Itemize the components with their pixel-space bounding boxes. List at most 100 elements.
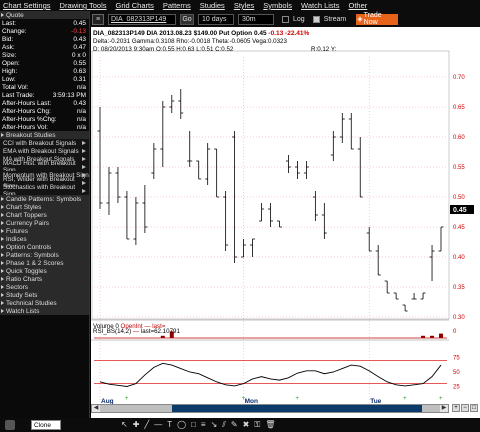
price-tick-label: 0.40 bbox=[453, 255, 465, 261]
menu-item-watch-lists[interactable]: Watch Lists bbox=[301, 1, 339, 10]
section-indices[interactable]: Indices bbox=[0, 235, 89, 243]
ohlc-bar bbox=[438, 226, 444, 252]
lock-icon[interactable]: ⚿ bbox=[254, 420, 260, 430]
clone-select[interactable]: Clone bbox=[31, 420, 61, 430]
section-ratio-charts[interactable]: Ratio Charts bbox=[0, 275, 89, 283]
menu-item-drawing-tools[interactable]: Drawing Tools bbox=[60, 1, 107, 10]
menu-item-studies[interactable]: Studies bbox=[200, 1, 225, 10]
section-technical-studies[interactable]: Technical Studies bbox=[0, 299, 89, 307]
chart-panel[interactable]: DIA_082313P149 DIA 2013.08.23 $149.00 Pu… bbox=[91, 27, 480, 432]
ohlc-bar bbox=[411, 293, 417, 300]
scroll-left-arrow[interactable]: ◀ bbox=[92, 405, 100, 412]
section-sectors[interactable]: Sectors bbox=[0, 283, 89, 291]
rect-icon[interactable]: □ bbox=[191, 420, 196, 430]
zoom-in-icon[interactable]: + bbox=[452, 404, 460, 412]
volume-bar bbox=[439, 333, 443, 338]
sidebar: Quote Last: 0.45 Change: -0.13 Bid: 0.43 Ask: 0… bbox=[0, 11, 90, 432]
menu-item-symbols[interactable]: Symbols bbox=[263, 1, 292, 10]
section-currency-pairs[interactable]: Currency Pairs bbox=[0, 219, 89, 227]
trash-icon[interactable]: 🗑 bbox=[265, 420, 275, 430]
trade-now-button[interactable]: ◈ Trade Now bbox=[356, 12, 399, 26]
quote-label: Size: bbox=[2, 51, 17, 59]
zoom-out-icon[interactable]: − bbox=[461, 404, 469, 412]
price-tick-label: 0.35 bbox=[453, 285, 465, 291]
section-option-controls[interactable]: Option Controls bbox=[0, 243, 89, 251]
menu-item-grid-charts[interactable]: Grid Charts bbox=[116, 1, 154, 10]
quote-row: Last: 0.45 bbox=[0, 19, 89, 27]
stream-checkbox[interactable] bbox=[312, 15, 320, 23]
quote-value: 0.31 bbox=[73, 75, 86, 83]
ohlc-bar bbox=[160, 101, 166, 167]
buy-signal-icon: + bbox=[439, 396, 443, 402]
quote-value: -0.13 bbox=[71, 27, 86, 35]
menu-item-patterns[interactable]: Patterns bbox=[163, 1, 191, 10]
ohlc-bar bbox=[169, 95, 175, 113]
ohlc-bar bbox=[339, 113, 345, 143]
stream-label: Stream bbox=[323, 15, 347, 23]
chart-menu-icon[interactable]: ≡ bbox=[92, 13, 104, 25]
settings-icon[interactable] bbox=[5, 420, 15, 430]
breakout-study-item[interactable]: Stochastics with Breakout Sign bbox=[0, 184, 89, 198]
range-select[interactable]: 10 days bbox=[198, 13, 234, 25]
quote-value: n/a bbox=[76, 107, 86, 115]
line-icon[interactable]: ╱ bbox=[144, 420, 149, 430]
quote-row: Bid: 0.43 bbox=[0, 35, 89, 43]
scroll-thumb[interactable] bbox=[172, 405, 422, 412]
trade-now-label: Trade Now bbox=[363, 12, 382, 26]
ohlc-bar bbox=[214, 148, 220, 198]
chart-scrollbar[interactable]: ◀ ▶ bbox=[91, 404, 449, 413]
breakout-study-item[interactable]: MACD Hist. with Breakout Sign bbox=[0, 160, 89, 174]
section-patterns-symbols[interactable]: Patterns: Symbols bbox=[0, 251, 89, 259]
quote-row: Open: 0.55 bbox=[0, 59, 89, 67]
erase-icon[interactable]: ✖ bbox=[243, 420, 250, 430]
scroll-right-arrow[interactable]: ▶ bbox=[440, 405, 448, 412]
ohlc-bar bbox=[268, 203, 273, 227]
section-chart-toppers[interactable]: Chart Toppers bbox=[0, 211, 89, 219]
quote-row: Change: -0.13 bbox=[0, 27, 89, 35]
quote-label: After-Hours %Chg: bbox=[2, 115, 57, 123]
quote-value: n/a bbox=[76, 115, 86, 123]
interval-select[interactable]: 30m bbox=[238, 13, 274, 25]
section-phase-1-2-scores[interactable]: Phase 1 & 2 Scores bbox=[0, 259, 89, 267]
ohlc-bar bbox=[402, 304, 408, 312]
menu-item-styles[interactable]: Styles bbox=[234, 1, 254, 10]
pencil-icon[interactable]: ✎ bbox=[231, 420, 238, 430]
channel-icon[interactable]: ⫽ bbox=[222, 420, 226, 430]
text-icon[interactable]: T bbox=[167, 420, 172, 430]
pointer-icon[interactable]: ↖ bbox=[121, 420, 128, 430]
fib-icon[interactable]: ≡ bbox=[201, 420, 206, 430]
price-tick-label: 0.70 bbox=[453, 75, 465, 81]
quote-table: Last: 0.45 Change: -0.13 Bid: 0.43 Ask: 0.47 Siz… bbox=[0, 19, 89, 131]
arrow-icon[interactable]: ↘ bbox=[211, 420, 218, 430]
section-chart-styles[interactable]: Chart Styles bbox=[0, 203, 89, 211]
go-button[interactable]: Go bbox=[180, 13, 194, 25]
section-candle-patterns-symbols[interactable]: Candle Patterns: Symbols bbox=[0, 195, 89, 203]
ohlc-bar bbox=[330, 131, 336, 161]
quote-header[interactable]: Quote bbox=[0, 11, 89, 19]
trade-icon: ◈ bbox=[357, 16, 363, 23]
symbol-input[interactable]: DIA_082313P149 bbox=[108, 13, 176, 25]
rsi-label: RSI_BS(14,2) — last=62.10791 bbox=[93, 328, 180, 335]
log-checkbox[interactable] bbox=[282, 15, 289, 23]
breakout-study-item[interactable]: EMA with Breakout Signals bbox=[0, 147, 89, 155]
ohlc-bar bbox=[259, 203, 265, 222]
breakout-header[interactable]: Breakout Studies bbox=[0, 131, 89, 139]
section-quick-toggles[interactable]: Quick Toggles bbox=[0, 267, 89, 275]
ohlc-bar bbox=[205, 143, 211, 185]
ellipse-icon[interactable]: ◯ bbox=[177, 420, 186, 430]
quote-label: Change: bbox=[2, 27, 27, 35]
crosshair-icon[interactable]: ✚ bbox=[133, 420, 140, 430]
quote-row: Ask: 0.47 bbox=[0, 43, 89, 51]
zoom-reset-icon[interactable]: □ bbox=[470, 404, 478, 412]
section-futures[interactable]: Futures bbox=[0, 227, 89, 235]
quote-label: Bid: bbox=[2, 35, 14, 43]
chart-svg[interactable]: DIA_082313P149 DIA 2013.08.23 $149.00 Pu… bbox=[91, 27, 480, 418]
breakout-study-item[interactable]: CCI with Breakout Signals bbox=[0, 139, 89, 147]
ray-icon[interactable]: — bbox=[154, 420, 162, 430]
menu-item-other[interactable]: Other bbox=[349, 1, 368, 10]
menu-bar: Chart Settings Drawing Tools Grid Charts Pa… bbox=[0, 0, 480, 11]
section-watch-lists[interactable]: Watch Lists bbox=[0, 307, 89, 315]
rsi-tick-label: 75 bbox=[453, 356, 460, 362]
menu-item-chart-settings[interactable]: Chart Settings bbox=[3, 1, 51, 10]
section-study-sets[interactable]: Study Sets bbox=[0, 291, 89, 299]
